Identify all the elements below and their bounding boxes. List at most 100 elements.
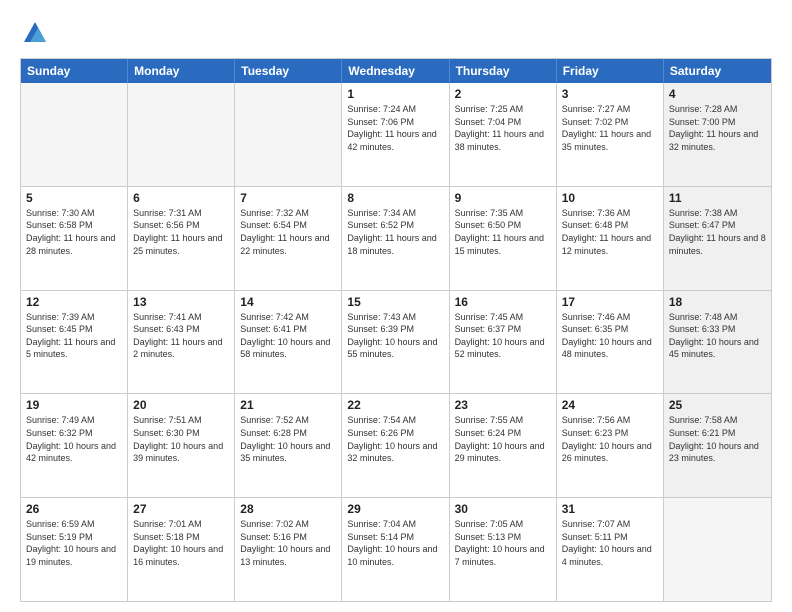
day-info: Sunrise: 7:51 AMSunset: 6:30 PMDaylight:… [133,414,229,464]
weekday-header-friday: Friday [557,59,664,83]
calendar: SundayMondayTuesdayWednesdayThursdayFrid… [20,58,772,602]
day-info: Sunrise: 7:07 AMSunset: 5:11 PMDaylight:… [562,518,658,568]
day-info: Sunrise: 7:27 AMSunset: 7:02 PMDaylight:… [562,103,658,153]
calendar-body: 1 Sunrise: 7:24 AMSunset: 7:06 PMDaylight… [21,83,771,601]
day-info: Sunrise: 7:36 AMSunset: 6:48 PMDaylight:… [562,207,658,257]
day-cell-20: 20 Sunrise: 7:51 AMSunset: 6:30 PMDayligh… [128,394,235,497]
day-info: Sunrise: 7:02 AMSunset: 5:16 PMDaylight:… [240,518,336,568]
day-number: 14 [240,295,336,309]
day-cell-28: 28 Sunrise: 7:02 AMSunset: 5:16 PMDayligh… [235,498,342,601]
day-info: Sunrise: 7:56 AMSunset: 6:23 PMDaylight:… [562,414,658,464]
day-info: Sunrise: 7:43 AMSunset: 6:39 PMDaylight:… [347,311,443,361]
day-number: 21 [240,398,336,412]
day-info: Sunrise: 7:45 AMSunset: 6:37 PMDaylight:… [455,311,551,361]
day-number: 6 [133,191,229,205]
empty-cell [235,83,342,186]
day-number: 18 [669,295,766,309]
empty-cell [664,498,771,601]
day-cell-2: 2 Sunrise: 7:25 AMSunset: 7:04 PMDaylight… [450,83,557,186]
day-info: Sunrise: 7:35 AMSunset: 6:50 PMDaylight:… [455,207,551,257]
day-cell-12: 12 Sunrise: 7:39 AMSunset: 6:45 PMDayligh… [21,291,128,394]
day-number: 19 [26,398,122,412]
day-cell-19: 19 Sunrise: 7:49 AMSunset: 6:32 PMDayligh… [21,394,128,497]
day-info: Sunrise: 6:59 AMSunset: 5:19 PMDaylight:… [26,518,122,568]
day-info: Sunrise: 7:28 AMSunset: 7:00 PMDaylight:… [669,103,766,153]
day-info: Sunrise: 7:46 AMSunset: 6:35 PMDaylight:… [562,311,658,361]
day-cell-8: 8 Sunrise: 7:34 AMSunset: 6:52 PMDaylight… [342,187,449,290]
day-info: Sunrise: 7:34 AMSunset: 6:52 PMDaylight:… [347,207,443,257]
empty-cell [21,83,128,186]
day-cell-27: 27Sunrise: 7:01 AMSunset: 5:18 PMDayligh… [128,498,235,601]
day-info: Sunrise: 7:30 AMSunset: 6:58 PMDaylight:… [26,207,122,257]
day-info: Sunrise: 7:05 AMSunset: 5:13 PMDaylight:… [455,518,551,568]
day-number: 26 [26,502,122,516]
calendar-row-5: 26 Sunrise: 6:59 AMSunset: 5:19 PMDayligh… [21,497,771,601]
day-info: Sunrise: 7:58 AMSunset: 6:21 PMDaylight:… [669,414,766,464]
day-number: 15 [347,295,443,309]
day-number: 8 [347,191,443,205]
day-number: 16 [455,295,551,309]
day-cell-9: 9 Sunrise: 7:35 AMSunset: 6:50 PMDaylight… [450,187,557,290]
weekday-header-wednesday: Wednesday [342,59,449,83]
day-number: 31 [562,502,658,516]
day-cell-6: 6 Sunrise: 7:31 AMSunset: 6:56 PMDaylight… [128,187,235,290]
day-cell-4: 4 Sunrise: 7:28 AMSunset: 7:00 PMDaylight… [664,83,771,186]
day-number: 29 [347,502,443,516]
day-cell-16: 16 Sunrise: 7:45 AMSunset: 6:37 PMDayligh… [450,291,557,394]
day-number: 5 [26,191,122,205]
day-number: 10 [562,191,658,205]
day-cell-24: 24Sunrise: 7:56 AMSunset: 6:23 PMDayligh… [557,394,664,497]
day-number: 3 [562,87,658,101]
page: SundayMondayTuesdayWednesdayThursdayFrid… [0,0,792,612]
weekday-header-monday: Monday [128,59,235,83]
day-number: 4 [669,87,766,101]
empty-cell [128,83,235,186]
day-cell-26: 26 Sunrise: 6:59 AMSunset: 5:19 PMDayligh… [21,498,128,601]
day-info: Sunrise: 7:52 AMSunset: 6:28 PMDaylight:… [240,414,336,464]
day-info: Sunrise: 7:48 AMSunset: 6:33 PMDaylight:… [669,311,766,361]
weekday-header-sunday: Sunday [21,59,128,83]
day-cell-18: 18 Sunrise: 7:48 AMSunset: 6:33 PMDayligh… [664,291,771,394]
weekday-header-saturday: Saturday [664,59,771,83]
day-number: 12 [26,295,122,309]
day-cell-31: 31 Sunrise: 7:07 AMSunset: 5:11 PMDayligh… [557,498,664,601]
day-cell-21: 21 Sunrise: 7:52 AMSunset: 6:28 PMDayligh… [235,394,342,497]
calendar-row-3: 12 Sunrise: 7:39 AMSunset: 6:45 PMDayligh… [21,290,771,394]
day-number: 11 [669,191,766,205]
day-number: 13 [133,295,229,309]
logo-icon [20,18,50,48]
day-cell-13: 13 Sunrise: 7:41 AMSunset: 6:43 PMDayligh… [128,291,235,394]
day-info: Sunrise: 7:39 AMSunset: 6:45 PMDaylight:… [26,311,122,361]
day-number: 20 [133,398,229,412]
day-number: 22 [347,398,443,412]
logo [20,16,54,48]
day-info: Sunrise: 7:04 AMSunset: 5:14 PMDaylight:… [347,518,443,568]
day-info: Sunrise: 7:31 AMSunset: 6:56 PMDaylight:… [133,207,229,257]
day-cell-29: 29 Sunrise: 7:04 AMSunset: 5:14 PMDayligh… [342,498,449,601]
day-number: 9 [455,191,551,205]
day-info: Sunrise: 7:42 AMSunset: 6:41 PMDaylight:… [240,311,336,361]
day-cell-10: 10 Sunrise: 7:36 AMSunset: 6:48 PMDayligh… [557,187,664,290]
day-number: 28 [240,502,336,516]
day-cell-5: 5 Sunrise: 7:30 AMSunset: 6:58 PMDaylight… [21,187,128,290]
day-number: 1 [347,87,443,101]
day-info: Sunrise: 7:41 AMSunset: 6:43 PMDaylight:… [133,311,229,361]
day-number: 2 [455,87,551,101]
day-cell-7: 7Sunrise: 7:32 AMSunset: 6:54 PMDaylight… [235,187,342,290]
day-info: Sunrise: 7:49 AMSunset: 6:32 PMDaylight:… [26,414,122,464]
weekday-header-thursday: Thursday [450,59,557,83]
day-cell-23: 23Sunrise: 7:55 AMSunset: 6:24 PMDayligh… [450,394,557,497]
day-number: 30 [455,502,551,516]
day-cell-15: 15 Sunrise: 7:43 AMSunset: 6:39 PMDayligh… [342,291,449,394]
day-cell-25: 25 Sunrise: 7:58 AMSunset: 6:21 PMDayligh… [664,394,771,497]
day-cell-1: 1 Sunrise: 7:24 AMSunset: 7:06 PMDaylight… [342,83,449,186]
day-cell-17: 17Sunrise: 7:46 AMSunset: 6:35 PMDayligh… [557,291,664,394]
day-info: Sunrise: 7:32 AMSunset: 6:54 PMDaylight:… [240,207,336,257]
day-info: Sunrise: 7:01 AMSunset: 5:18 PMDaylight:… [133,518,229,568]
day-info: Sunrise: 7:24 AMSunset: 7:06 PMDaylight:… [347,103,443,153]
calendar-row-2: 5 Sunrise: 7:30 AMSunset: 6:58 PMDaylight… [21,186,771,290]
day-info: Sunrise: 7:25 AMSunset: 7:04 PMDaylight:… [455,103,551,153]
calendar-row-4: 19 Sunrise: 7:49 AMSunset: 6:32 PMDayligh… [21,393,771,497]
weekday-header-tuesday: Tuesday [235,59,342,83]
day-number: 25 [669,398,766,412]
